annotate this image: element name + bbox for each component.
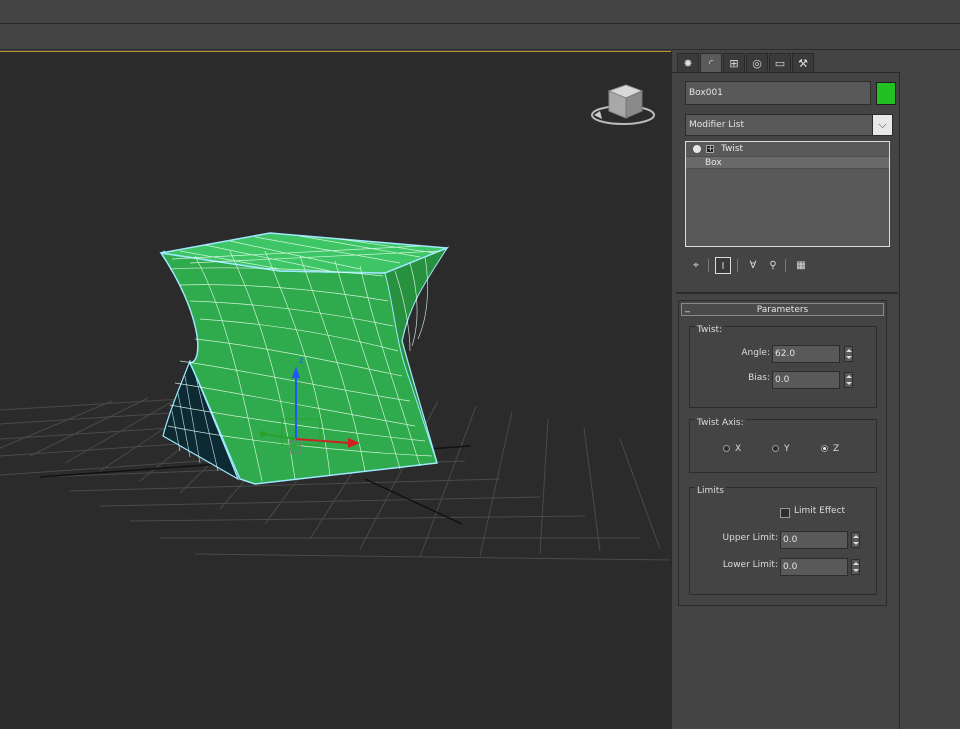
axis-y-label: Y: [784, 444, 790, 454]
show-end-result-icon[interactable]: I: [715, 257, 731, 274]
upper-limit-input[interactable]: 0.0: [780, 531, 848, 549]
twist-group: Twist: Angle: 62.0 Bias: 0.0: [689, 325, 877, 408]
angle-spinner[interactable]: [844, 346, 853, 362]
group-title: Twist:: [695, 325, 725, 335]
hierarchy-icon[interactable]: ⊞: [723, 53, 745, 73]
bias-input[interactable]: 0.0: [772, 371, 840, 389]
hammer-icon[interactable]: ⚒: [792, 53, 814, 73]
pin-stack-icon[interactable]: ⌖: [688, 257, 704, 274]
bias-spinner[interactable]: [844, 372, 853, 388]
command-panel: ✸ ◜ ⊞ ◎ ▭ ⚒ Box001 Modifier List ⌵ + Twi…: [671, 51, 900, 729]
lightbulb-icon[interactable]: [693, 145, 701, 153]
object-color-swatch[interactable]: [876, 82, 896, 105]
rollout-title: Parameters: [756, 305, 809, 315]
stack-item-twist[interactable]: + Twist: [686, 143, 889, 156]
stack-item-label: Twist: [721, 144, 744, 154]
main-toolbar: [0, 25, 960, 50]
upper-limit-label: Upper Limit:: [722, 533, 778, 543]
menu-bar: [0, 0, 960, 24]
modifier-list-label: Modifier List: [689, 120, 744, 130]
sun-icon[interactable]: ✸: [677, 53, 699, 73]
configure-modifier-sets-icon[interactable]: ▦: [793, 257, 809, 274]
viewport-canvas: z: [0, 84, 671, 561]
group-title: Limits: [695, 486, 726, 496]
group-title: Twist Axis:: [695, 418, 746, 428]
limits-group: Limits Limit Effect Upper Limit: 0.0 Low…: [689, 486, 877, 595]
stack-item-box[interactable]: Box: [686, 156, 889, 169]
parameters-rollout: _ Parameters Twist: Angle: 62.0 Bias: 0.…: [678, 300, 887, 606]
modify-arc-icon[interactable]: ◜: [700, 53, 722, 73]
axis-z-label: Z: [833, 444, 840, 454]
limit-effect-checkbox[interactable]: [780, 508, 790, 518]
axis-z-radio[interactable]: [821, 445, 828, 452]
limit-effect-label: Limit Effect: [794, 506, 846, 516]
axis-x-label: X: [735, 444, 742, 454]
expand-plus-icon[interactable]: +: [706, 145, 714, 153]
lower-limit-input[interactable]: 0.0: [780, 558, 848, 576]
parameters-rollout-header[interactable]: _ Parameters: [681, 302, 884, 316]
right-panel-strip: [899, 72, 960, 729]
chevron-down-icon[interactable]: ⌵: [872, 115, 892, 135]
angle-label: Angle:: [741, 348, 770, 358]
object-name-field[interactable]: Box001: [685, 81, 871, 105]
make-unique-icon[interactable]: ∀: [745, 257, 761, 274]
modifier-list-dropdown[interactable]: Modifier List ⌵: [685, 114, 893, 136]
stack-toolbar: ⌖ I ∀ ⚲ ▦: [685, 257, 885, 275]
modifier-stack: + Twist Box: [685, 141, 890, 247]
viewcube: [591, 84, 655, 125]
angle-input[interactable]: 62.0: [772, 345, 840, 363]
stack-item-label: Box: [705, 158, 722, 168]
axis-x-radio[interactable]: [723, 445, 730, 452]
perspective-viewport[interactable]: z: [0, 51, 671, 729]
axis-y-radio[interactable]: [772, 445, 779, 452]
monitor-icon[interactable]: ▭: [769, 53, 791, 73]
twist-axis-group: Twist Axis: X Y Z: [689, 418, 877, 473]
lower-limit-label: Lower Limit:: [722, 560, 778, 570]
remove-modifier-icon[interactable]: ⚲: [765, 257, 781, 274]
svg-text:z: z: [299, 356, 303, 365]
motion-circle-icon[interactable]: ◎: [746, 53, 768, 73]
lower-limit-spinner[interactable]: [851, 559, 860, 575]
upper-limit-spinner[interactable]: [851, 532, 860, 548]
bias-label: Bias:: [748, 373, 770, 383]
